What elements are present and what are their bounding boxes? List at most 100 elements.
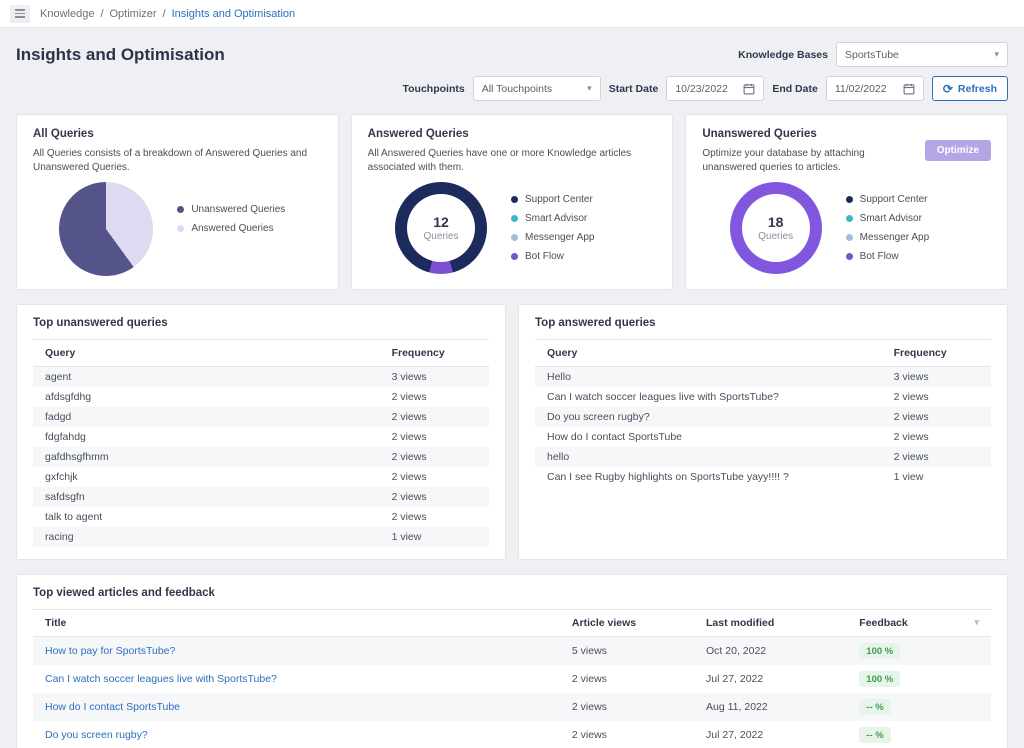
unanswered-queries-donut-chart: 18 Queries: [729, 182, 822, 274]
summary-cards: All Queries All Queries consists of a br…: [16, 114, 1009, 290]
chevron-down-icon: ▾: [994, 49, 999, 59]
column-header-query: Query: [535, 339, 882, 367]
breadcrumb-knowledge[interactable]: Knowledge: [40, 8, 94, 20]
refresh-button[interactable]: ⟳ Refresh: [931, 76, 1008, 101]
end-date-input[interactable]: 11/02/2022: [825, 76, 924, 101]
legend-dot: [511, 253, 518, 260]
unanswered-queries-card: Unanswered Queries Optimize your databas…: [685, 114, 1009, 290]
knowledge-bases-group: Knowledge Bases SportsTube ▾: [738, 42, 1008, 67]
legend-dot: [845, 234, 853, 241]
calendar-icon: [743, 83, 755, 94]
touchpoints-value: All Touchpoints: [481, 82, 553, 95]
table-cell: gxfchjk: [45, 471, 78, 483]
chart-legend: Unanswered Queries Answered Queries: [177, 204, 295, 234]
legend-dot: [845, 253, 853, 260]
breadcrumb-optimizer[interactable]: Optimizer: [110, 8, 157, 20]
calendar-icon: [903, 83, 915, 94]
card-description-row: Optimize your database by attaching unan…: [702, 140, 992, 174]
article-link[interactable]: Can I watch soccer leagues live with Spo…: [45, 673, 277, 685]
table-cell: Jul 27, 2022: [706, 729, 764, 741]
top-answered-queries-card: Top answered queries Query Frequency Hel…: [518, 304, 1008, 560]
breadcrumb: Knowledge / Optimizer / Insights and Opt…: [40, 8, 295, 20]
table-cell: 2 views: [571, 673, 607, 685]
table-row: safdsgfn 2 views: [33, 487, 489, 507]
page-header: Insights and Optimisation Knowledge Base…: [16, 42, 1008, 67]
page-title: Insights and Optimisation: [16, 44, 225, 64]
table-cell: 2 views: [391, 411, 427, 423]
articles-table: Title Article views Last modified Feedba…: [33, 609, 991, 748]
article-link[interactable]: Do you screen rugby?: [45, 729, 148, 741]
top-viewed-articles-card: Top viewed articles and feedback Title A…: [16, 574, 1008, 748]
table-row: Do you screen rugby? 2 views: [535, 407, 991, 427]
filter-bar: Touchpoints All Touchpoints ▾ Start Date…: [16, 76, 1008, 101]
column-header-query: Query: [33, 339, 380, 367]
table-cell: How do I contact SportsTube: [547, 431, 683, 443]
table-cell: How do I contact SportsTube: [33, 693, 560, 721]
table-cell: Hello: [547, 371, 571, 383]
unanswered-queries-table: Query Frequency agent 3 views afdsgfdhg 2 v…: [33, 339, 489, 547]
legend-label: Messenger App: [525, 232, 595, 243]
table-cell: -- %: [847, 693, 991, 721]
start-date-value: 10/23/2022: [675, 82, 728, 95]
legend-label: Unanswered Queries: [191, 204, 286, 215]
table-row: racing 1 view: [33, 527, 489, 547]
table-cell: 2 views: [391, 431, 427, 443]
table-cell: How to pay for SportsTube?: [33, 637, 560, 666]
answered-queries-donut-chart: 12 Queries: [395, 182, 487, 274]
article-link[interactable]: How do I contact SportsTube: [45, 701, 180, 713]
legend-label: Smart Advisor: [525, 213, 588, 224]
optimize-button[interactable]: Optimize: [924, 140, 992, 161]
top-unanswered-queries-card: Top unanswered queries Query Frequency a…: [16, 304, 506, 560]
column-header-last-modified: Last modified: [694, 609, 848, 637]
column-header-feedback: Feedback ▾: [847, 609, 991, 637]
table-header-row: Title Article views Last modified Feedba…: [33, 609, 991, 637]
table-cell: Do you screen rugby?: [33, 721, 560, 748]
article-link[interactable]: How to pay for SportsTube?: [45, 645, 175, 657]
all-queries-card: All Queries All Queries consists of a br…: [16, 114, 339, 290]
table-cell: afdsgfdhg: [45, 391, 92, 403]
table-cell: fadgd: [45, 411, 72, 423]
table-cell: 2 views: [391, 491, 427, 503]
table-cell: Oct 20, 2022: [706, 645, 767, 657]
legend-item: Smart Advisor: [511, 213, 629, 224]
table-cell: Can I watch soccer leagues live with Spo…: [33, 665, 560, 693]
table-cell: hello: [547, 451, 570, 463]
table-cell: Do you screen rugby?: [547, 411, 650, 423]
table-title: Top viewed articles and feedback: [33, 587, 215, 599]
table-row: Can I watch soccer leagues live with Spo…: [33, 665, 991, 693]
table-cell: -- %: [847, 721, 991, 748]
legend-dot: [177, 206, 185, 213]
breadcrumb-current: Insights and Optimisation: [171, 7, 296, 20]
card-title: Answered Queries: [367, 128, 469, 140]
menu-icon[interactable]: [10, 4, 30, 23]
answered-queries-card: Answered Queries All Answered Queries ha…: [350, 114, 674, 290]
knowledge-bases-select[interactable]: SportsTube ▾: [836, 42, 1008, 67]
chevron-down-icon: ▾: [587, 83, 592, 93]
all-queries-pie-chart: [59, 182, 154, 276]
legend-label: Smart Advisor: [859, 213, 922, 224]
sort-icon[interactable]: ▾: [974, 617, 979, 628]
legend-item: Unanswered Queries: [177, 204, 295, 215]
table-cell: 2 views: [391, 451, 427, 463]
topbar: Knowledge / Optimizer / Insights and Opt…: [0, 0, 1024, 28]
column-header-frequency: Frequency: [379, 339, 489, 367]
feedback-badge: 100 %: [859, 643, 901, 659]
chart-legend: Support Center Smart Advisor Messenger App…: [511, 194, 629, 262]
legend-label: Bot Flow: [525, 251, 564, 262]
touchpoints-select[interactable]: All Touchpoints ▾: [472, 76, 601, 101]
table-cell: 2 views: [893, 451, 929, 463]
legend-label: Messenger App: [859, 232, 930, 243]
column-header-article-views: Article views: [559, 609, 695, 637]
card-title: All Queries: [33, 128, 94, 140]
donut-count-label: Queries: [758, 231, 794, 242]
legend-item: Messenger App: [845, 232, 964, 243]
chart-area: 18 Queries Support Center Smart Advisor Me…: [702, 182, 991, 274]
table-cell: 100 %: [847, 637, 991, 666]
table-cell: 2 views: [391, 471, 427, 483]
legend-dot: [845, 215, 853, 222]
legend-dot: [511, 215, 518, 222]
start-date-input[interactable]: 10/23/2022: [666, 76, 765, 101]
touchpoints-label: Touchpoints: [402, 82, 465, 95]
legend-label: Support Center: [525, 194, 593, 205]
table-row: Do you screen rugby? 2 views Jul 27, 2022 -…: [33, 721, 991, 748]
